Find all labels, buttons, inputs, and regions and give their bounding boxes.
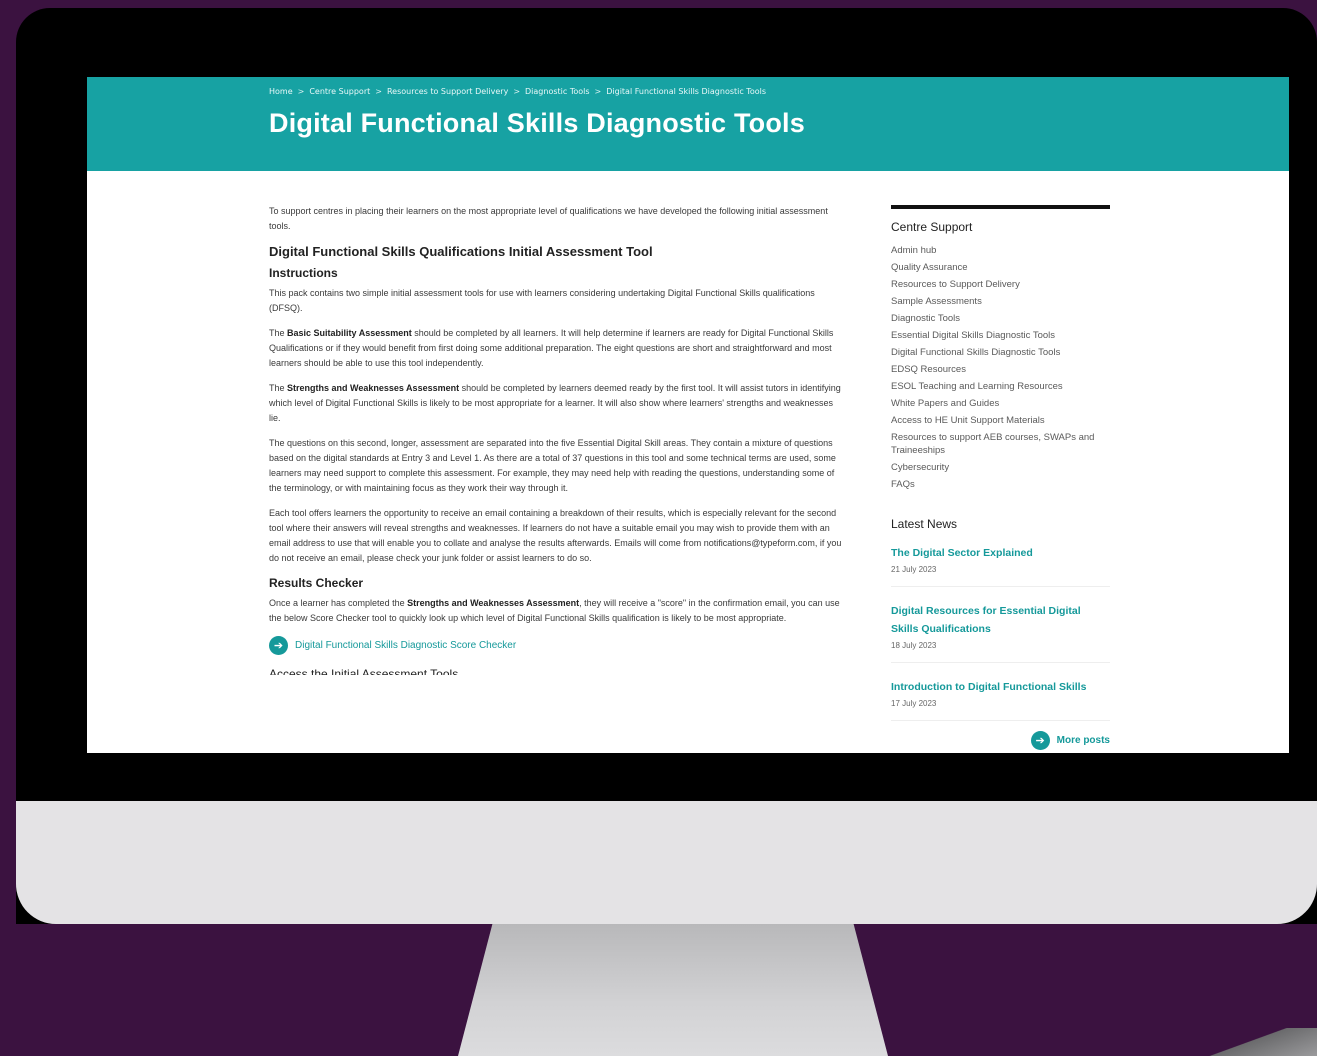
sidebar-nav: Admin hub Quality Assurance Resources to… — [891, 244, 1110, 491]
sidebar-item-cybersecurity[interactable]: Cybersecurity — [891, 461, 1110, 474]
sidebar-title: Centre Support — [891, 220, 973, 234]
breadcrumb-diagnostic-tools[interactable]: Diagnostic Tools — [525, 87, 590, 96]
text: The — [269, 383, 288, 393]
news-date: 21 July 2023 — [891, 565, 937, 574]
news-item: Introduction to Digital Functional Skill… — [891, 677, 1110, 721]
bold-text: Basic Suitability Assessment — [287, 328, 412, 338]
news-item: The Digital Sector Explained 21 July 202… — [891, 543, 1110, 587]
sidebar-item-access-he[interactable]: Access to HE Unit Support Materials — [891, 414, 1110, 427]
monitor-chin — [16, 801, 1317, 924]
breadcrumb-separator: > — [375, 87, 382, 96]
instructions-heading: Instructions — [269, 266, 338, 280]
sidebar-item-white-papers[interactable]: White Papers and Guides — [891, 397, 1110, 410]
news-date: 18 July 2023 — [891, 641, 937, 650]
sidebar-item-aeb[interactable]: Resources to support AEB courses, SWAPs … — [891, 431, 1110, 457]
sidebar-item-admin-hub[interactable]: Admin hub — [891, 244, 1110, 257]
more-posts-button[interactable]: ➔ More posts — [891, 731, 1110, 750]
results-paragraph: Once a learner has completed the Strengt… — [269, 596, 843, 626]
sidebar-item-sample-assessments[interactable]: Sample Assessments — [891, 295, 1110, 308]
arrow-right-circle-icon: ➔ — [1030, 731, 1050, 750]
sidebar-item-dfs-diagnostic[interactable]: Digital Functional Skills Diagnostic Too… — [891, 346, 1110, 359]
score-checker-label[interactable]: Digital Functional Skills Diagnostic Sco… — [295, 640, 516, 651]
instructions-paragraph: This pack contains two simple initial as… — [269, 288, 815, 313]
main-article: To support centres in placing their lear… — [269, 204, 843, 675]
strengths-paragraph: The Strengths and Weaknesses Assessment … — [269, 381, 843, 426]
breadcrumb-resources[interactable]: Resources to Support Delivery — [387, 87, 508, 96]
breadcrumb-home[interactable]: Home — [269, 87, 293, 96]
section-title: Digital Functional Skills Qualifications… — [269, 244, 653, 259]
breadcrumb-separator: > — [297, 87, 305, 96]
questions-paragraph: The questions on this second, longer, as… — [269, 438, 836, 493]
sidebar: Centre Support Admin hub Quality Assuran… — [891, 205, 1110, 750]
text: The — [269, 328, 288, 338]
sidebar-item-quality-assurance[interactable]: Quality Assurance — [891, 261, 1110, 274]
bold-text: Strengths and Weaknesses Assessment — [407, 598, 580, 608]
results-checker-heading: Results Checker — [269, 576, 364, 590]
more-posts-label: More posts — [1056, 735, 1110, 746]
sidebar-item-diagnostic-tools[interactable]: Diagnostic Tools — [891, 312, 1110, 325]
news-link[interactable]: Digital Resources for Essential Digital … — [891, 605, 1081, 635]
score-checker-link[interactable]: ➔ Digital Functional Skills Diagnostic S… — [269, 636, 843, 655]
sidebar-item-edsq-resources[interactable]: EDSQ Resources — [891, 363, 1110, 376]
breadcrumb-centre-support[interactable]: Centre Support — [309, 87, 370, 96]
news-date: 17 July 2023 — [891, 699, 937, 708]
sidebar-item-eds-diagnostic[interactable]: Essential Digital Skills Diagnostic Tool… — [891, 329, 1110, 342]
news-item: Digital Resources for Essential Digital … — [891, 601, 1110, 663]
sidebar-divider — [891, 205, 1110, 209]
access-tools-heading: Access the Initial Assessment Tools — [269, 667, 459, 675]
page-title: Digital Functional Skills Diagnostic Too… — [269, 108, 805, 138]
breadcrumb: Home > Centre Support > Resources to Sup… — [269, 87, 1289, 96]
sidebar-item-faqs[interactable]: FAQs — [891, 478, 1110, 491]
basic-suitability-paragraph: The Basic Suitability Assessment should … — [269, 326, 843, 371]
monitor-frame: Home > Centre Support > Resources to Sup… — [16, 8, 1317, 924]
arrow-right-circle-icon: ➔ — [269, 636, 288, 655]
bold-text: Strengths and Weaknesses Assessment — [287, 383, 460, 393]
breadcrumb-current: Digital Functional Skills Diagnostic Too… — [606, 87, 767, 96]
intro-paragraph: To support centres in placing their lear… — [269, 206, 828, 231]
breadcrumb-separator: > — [513, 87, 521, 96]
sidebar-item-resources[interactable]: Resources to Support Delivery — [891, 278, 1110, 291]
email-paragraph: Each tool offers learners the opportunit… — [269, 508, 842, 563]
latest-news-title: Latest News — [891, 517, 958, 531]
news-link[interactable]: The Digital Sector Explained — [891, 547, 1033, 559]
monitor-base — [1197, 1028, 1317, 1056]
breadcrumb-separator: > — [594, 87, 602, 96]
browser-viewport: Home > Centre Support > Resources to Sup… — [87, 77, 1289, 753]
sidebar-item-esol[interactable]: ESOL Teaching and Learning Resources — [891, 380, 1110, 393]
news-link[interactable]: Introduction to Digital Functional Skill… — [891, 681, 1086, 693]
text: Once a learner has completed the — [269, 598, 408, 608]
page-header: Home > Centre Support > Resources to Sup… — [87, 77, 1289, 171]
monitor-stand — [458, 924, 888, 1056]
